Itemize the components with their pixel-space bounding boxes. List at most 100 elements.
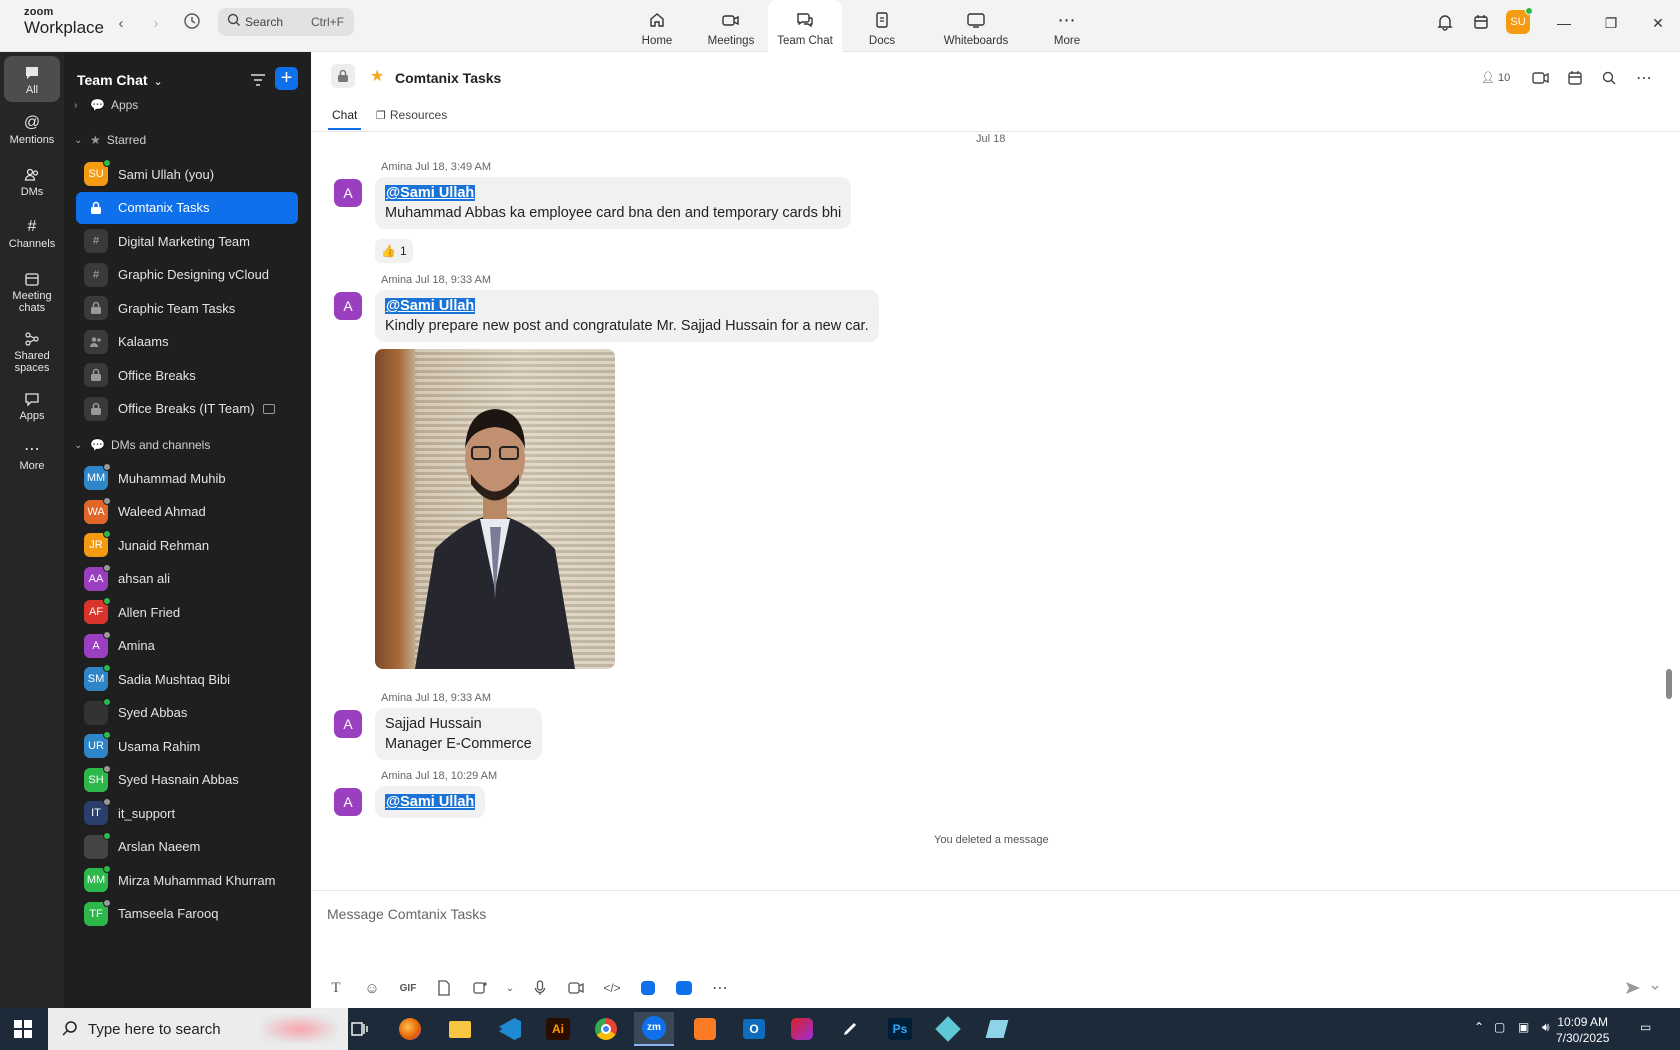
illustrator-icon[interactable]: Ai [538, 1012, 578, 1046]
zoom-taskbar-icon[interactable]: zm [634, 1012, 674, 1046]
avatar[interactable]: A [334, 788, 362, 816]
rail-dms[interactable]: DMs [4, 164, 60, 198]
user-avatar[interactable]: SU [1506, 7, 1533, 34]
rail-all[interactable]: All [4, 56, 60, 102]
scrollbar-thumb[interactable] [1666, 669, 1672, 699]
tab-whiteboards[interactable]: Whiteboards [922, 0, 1030, 52]
more-dots-icon[interactable]: ⋯ [709, 977, 731, 999]
gif-icon[interactable]: GIF [397, 977, 419, 999]
message-bubble[interactable]: @Sami Ullah [375, 786, 486, 818]
avatar[interactable]: A [334, 292, 362, 320]
avatar[interactable]: A [334, 179, 362, 207]
tab-team-chat[interactable]: Team Chat [768, 0, 842, 52]
calendar-icon[interactable] [1564, 67, 1586, 89]
app-shortcut-icon[interactable] [637, 977, 659, 999]
volume-icon[interactable]: 🔊︎ [1542, 1020, 1550, 1035]
members-button[interactable]: 👤︎ 10 [1481, 71, 1510, 85]
windows-start-icon[interactable] [14, 1020, 32, 1038]
star-icon[interactable]: ★ [370, 66, 384, 86]
rail-channels[interactable]: # Channels [4, 216, 60, 250]
sidebar-item[interactable]: Kalaams [76, 326, 298, 358]
chevron-down-icon[interactable]: ⌄ [505, 977, 515, 999]
restore-icon[interactable]: ❐ [1599, 12, 1623, 34]
video-message-icon[interactable] [565, 977, 587, 999]
network-icon[interactable]: ▣ [1518, 1020, 1529, 1034]
section-apps[interactable]: › 💬 Apps [74, 98, 138, 112]
vscode-icon[interactable] [490, 1012, 530, 1046]
text-format-icon[interactable]: T [325, 977, 347, 999]
close-icon[interactable]: ✕ [1646, 12, 1670, 34]
sidebar-item[interactable]: Office Breaks [76, 359, 298, 391]
avatar[interactable]: A [334, 710, 362, 738]
screenshot-icon[interactable] [469, 977, 491, 999]
tab-docs[interactable]: Docs [842, 0, 922, 52]
sidebar-item[interactable]: Syed Abbas [76, 697, 298, 729]
task-view-icon[interactable] [340, 1012, 380, 1046]
send-button[interactable] [1622, 977, 1662, 999]
sidebar-item[interactable]: A Amina [76, 630, 298, 662]
sidebar-item[interactable]: UR Usama Rahim [76, 730, 298, 762]
rail-more[interactable]: ⋯ More [4, 438, 60, 472]
sidebar-item[interactable]: MM Mirza Muhammad Khurram [76, 864, 298, 896]
video-camera-icon[interactable] [1530, 67, 1552, 89]
app-diamond-icon[interactable] [928, 1012, 968, 1046]
mention-link[interactable]: @Sami Ullah [385, 794, 476, 810]
chrome-icon[interactable] [586, 1012, 626, 1046]
sidebar-item[interactable]: SU Sami Ullah (you) [76, 158, 298, 190]
more-dots-icon[interactable]: ⋯ [1633, 67, 1655, 89]
tab-home[interactable]: Home [620, 0, 694, 52]
app-notebook-icon[interactable] [977, 1012, 1017, 1046]
back-arrow-icon[interactable]: ‹ [109, 12, 133, 36]
sidebar-item[interactable]: SH Syed Hasnain Abbas [76, 764, 298, 796]
notification-icon[interactable]: ▭ [1640, 1020, 1651, 1034]
rail-apps[interactable]: Apps [4, 388, 60, 422]
sidebar-item[interactable]: AF Allen Fried [76, 596, 298, 628]
sidebar-item[interactable]: Arslan Naeem [76, 831, 298, 863]
attached-photo[interactable] [375, 349, 615, 669]
filter-icon[interactable] [248, 70, 268, 90]
sidebar-item[interactable]: IT it_support [76, 797, 298, 829]
message-composer[interactable]: Message Comtanix Tasks T ☺ GIF ⌄ </> ⋯ [311, 890, 1680, 1008]
reaction-thumbs-up[interactable]: 👍 1 [375, 239, 413, 263]
history-icon[interactable] [180, 12, 204, 36]
section-dms-and-channels[interactable]: ⌄ 💬 DMs and channels [74, 438, 210, 452]
sidebar-item[interactable]: TF Tamseela Farooq [76, 898, 298, 930]
photoshop-icon[interactable]: Ps [880, 1012, 920, 1046]
subtab-resources[interactable]: ❐ Resources [376, 108, 447, 122]
message-bubble[interactable]: Sajjad Hussain Manager E-Commerce [375, 708, 542, 760]
sidebar-item[interactable]: JR Junaid Rehman [76, 529, 298, 561]
sidebar-item[interactable]: AA ahsan ali [76, 563, 298, 595]
message-bubble[interactable]: @Sami Ullah Kindly prepare new post and … [375, 290, 879, 342]
message-input-placeholder[interactable]: Message Comtanix Tasks [327, 906, 486, 922]
sidebar-item[interactable]: Office Breaks (IT Team) [76, 393, 298, 425]
channel-title[interactable]: Comtanix Tasks [395, 70, 501, 86]
sidebar-item[interactable]: WA Waleed Ahmad [76, 496, 298, 528]
code-snippet-icon[interactable]: </> [601, 977, 623, 999]
rail-mentions[interactable]: @ Mentions [4, 112, 60, 146]
search-bar[interactable]: Search Ctrl+F [218, 8, 354, 36]
creative-cloud-icon[interactable] [782, 1012, 822, 1046]
forward-arrow-icon[interactable]: › [144, 12, 168, 36]
subtab-chat[interactable]: Chat [327, 108, 362, 130]
minimize-icon[interactable]: — [1552, 12, 1576, 34]
search-icon[interactable] [1598, 67, 1620, 89]
bell-icon[interactable] [1433, 10, 1457, 34]
emoji-icon[interactable]: ☺ [361, 977, 383, 999]
taskbar-clock[interactable]: 10:09 AM 7/30/2025 [1556, 1014, 1609, 1046]
mention-link[interactable]: @Sami Ullah [385, 298, 476, 314]
sidebar-item[interactable]: # Graphic Designing vCloud [76, 259, 298, 291]
pen-tool-icon[interactable] [830, 1012, 870, 1046]
rail-meeting-chats[interactable]: Meeting chats [4, 268, 60, 314]
sidebar-item[interactable]: Comtanix Tasks [76, 191, 298, 224]
sidebar-item[interactable]: # Digital Marketing Team [76, 225, 298, 257]
sidebar-item[interactable]: Graphic Team Tasks [76, 292, 298, 324]
microphone-icon[interactable] [529, 977, 551, 999]
chevron-up-icon[interactable]: ⌃ [1474, 1020, 1484, 1034]
rail-shared-spaces[interactable]: Shared spaces [4, 328, 60, 374]
tab-meetings[interactable]: Meetings [694, 0, 768, 52]
tray-app-icon[interactable]: ▢ [1494, 1020, 1505, 1034]
message-bubble[interactable]: @Sami Ullah Muhammad Abbas ka employee c… [375, 177, 852, 229]
file-explorer-icon[interactable] [440, 1012, 480, 1046]
outlook-icon[interactable]: O [734, 1012, 774, 1046]
firefox-icon[interactable] [390, 1012, 430, 1046]
